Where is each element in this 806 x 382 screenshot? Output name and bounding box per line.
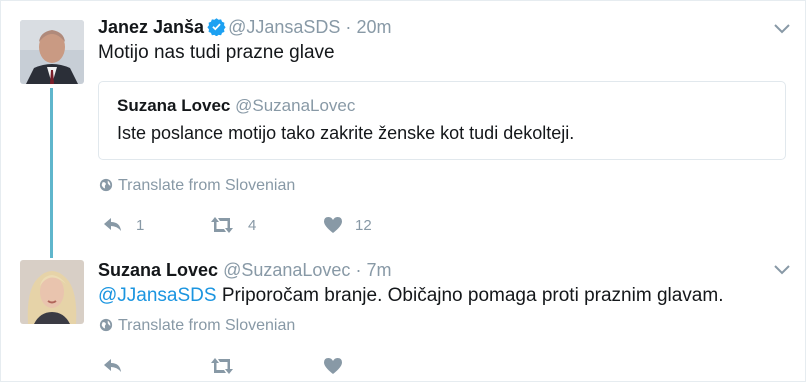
quoted-tweet-text: Iste poslance motijo tako zakrite ženske… (117, 123, 575, 143)
avatar-suzana-lovec[interactable] (20, 260, 84, 324)
retweet-icon (211, 217, 233, 233)
translate-link[interactable]: Translate from Slovenian (99, 317, 295, 335)
mention-link[interactable]: @JJansaSDS (98, 285, 217, 306)
verified-badge-icon (207, 18, 226, 36)
like-icon (324, 358, 342, 374)
globe-icon (99, 178, 113, 192)
chevron-down-icon[interactable] (773, 23, 791, 35)
reply-button[interactable]: 1 (102, 216, 144, 234)
like-icon (324, 217, 342, 233)
thread-connector-line (50, 88, 53, 258)
separator-dot: · (355, 260, 362, 280)
reply-count: 1 (136, 216, 145, 234)
retweet-button[interactable]: 4 (208, 216, 256, 234)
like-count: 12 (355, 216, 372, 234)
quoted-tweet-header: Suzana Lovec @SuzanaLovec (117, 96, 355, 116)
retweet-count: 4 (248, 216, 257, 234)
translate-label: Translate from Slovenian (118, 177, 296, 194)
avatar-janez-jansa[interactable] (20, 20, 84, 84)
quoted-author-name: Suzana Lovec (117, 96, 231, 115)
chevron-down-icon[interactable] (773, 264, 791, 276)
tweet-timestamp[interactable]: 20m (356, 17, 391, 37)
like-button[interactable] (323, 357, 343, 375)
quoted-tweet[interactable]: Suzana Lovec @SuzanaLovec Iste poslance … (98, 81, 786, 160)
tweet-text: Motijo nas tudi prazne glave (98, 42, 335, 63)
globe-icon (99, 318, 113, 332)
reply-icon (104, 218, 121, 231)
translate-link[interactable]: Translate from Slovenian (99, 177, 295, 195)
author-name[interactable]: Janez Janša (98, 17, 204, 37)
retweet-button[interactable] (208, 357, 236, 375)
separator-dot: · (345, 17, 352, 37)
author-handle[interactable]: @JJansaSDS (228, 17, 340, 37)
tweet-timestamp[interactable]: 7m (366, 260, 391, 280)
author-handle[interactable]: @SuzanaLovec (223, 260, 350, 280)
reply-button[interactable] (102, 357, 124, 375)
tweet-text-body: Priporočam branje. Običajno pomaga proti… (216, 285, 724, 306)
tweet-text: @JJansaSDS Priporočam branje. Običajno p… (98, 284, 723, 308)
translate-label: Translate from Slovenian (118, 317, 296, 334)
retweet-icon (211, 358, 233, 374)
tweet-header: Suzana Lovec @SuzanaLovec · 7m (98, 259, 391, 281)
reply-icon (104, 359, 121, 372)
quoted-author-handle: @SuzanaLovec (235, 96, 356, 115)
author-name[interactable]: Suzana Lovec (98, 260, 218, 280)
tweet-header: Janez Janša @JJansaSDS · 20m (98, 16, 391, 38)
like-button[interactable]: 12 (323, 216, 372, 234)
